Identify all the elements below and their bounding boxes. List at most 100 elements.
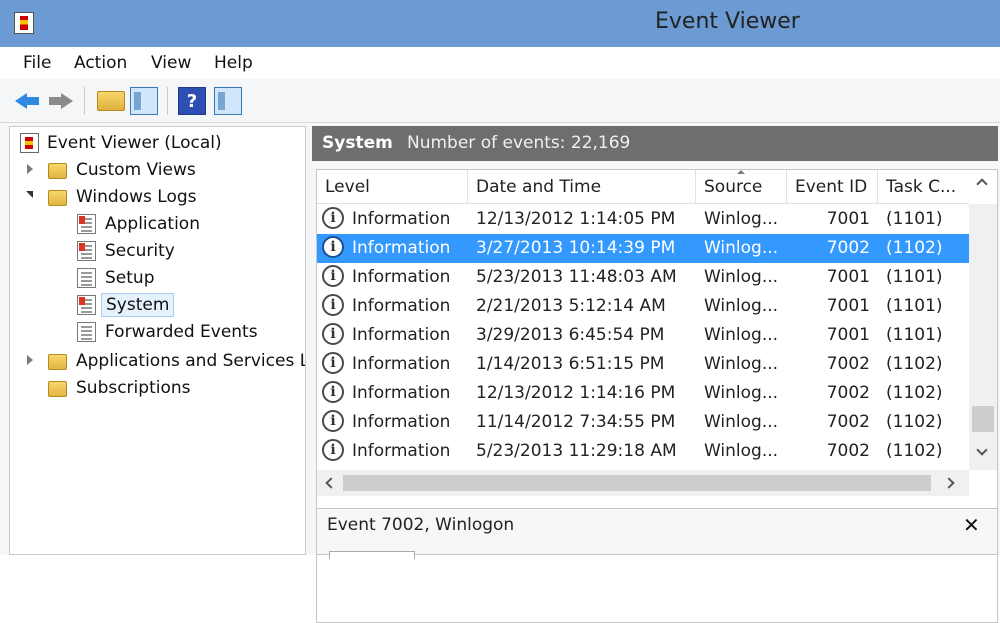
cell-event-id: 7001	[826, 296, 870, 316]
table-row[interactable]: i Information 11/14/2012 7:34:55 PM Winlog.…	[317, 408, 969, 437]
tree-item-custom-views[interactable]: Custom Views	[10, 157, 300, 183]
collapse-arrow-icon[interactable]	[26, 191, 33, 198]
expand-arrow-icon[interactable]	[27, 355, 33, 365]
menu-view[interactable]: View	[151, 53, 191, 73]
cell-event-id: 7002	[826, 354, 870, 374]
tree-item-forwarded-events[interactable]: Forwarded Events	[10, 319, 300, 345]
cell-source: Winlog...	[704, 412, 779, 432]
horizontal-scroll-thumb[interactable]	[343, 475, 931, 491]
table-row[interactable]: i Information 3/27/2013 10:14:39 PM Winlog.…	[317, 234, 969, 263]
cell-event-id: 7001	[826, 209, 870, 229]
folder-icon	[48, 190, 67, 206]
information-icon: i	[322, 439, 344, 461]
cell-date-and-time: 12/13/2012 1:14:05 PM	[476, 209, 676, 229]
tree-item-label: Custom Views	[76, 160, 196, 180]
tree-item-applications-and-services-logs[interactable]: Applications and Services Lo	[10, 348, 306, 374]
cell-level: Information	[352, 354, 451, 374]
toolbar: ?	[0, 79, 1000, 123]
event-detail-title: Event 7002, Winlogon	[327, 515, 515, 535]
tree-item-setup[interactable]: Setup	[10, 265, 300, 291]
tree-item-label: Windows Logs	[76, 187, 197, 207]
vertical-scrollbar[interactable]	[969, 178, 997, 470]
information-icon: i	[322, 265, 344, 287]
tree-item-label: Applications and Services Lo	[76, 351, 306, 371]
detail-tab-general[interactable]	[329, 551, 415, 559]
show-hide-console-tree-icon[interactable]	[130, 87, 158, 115]
scroll-down-arrow-icon[interactable]	[976, 444, 988, 456]
help-icon[interactable]: ?	[178, 87, 206, 115]
scroll-left-arrow-icon[interactable]	[325, 477, 337, 489]
tree-item-security[interactable]: Security	[10, 238, 300, 264]
table-row[interactable]: i Information 12/13/2012 1:14:05 PM Winlog.…	[317, 205, 969, 234]
scroll-right-arrow-icon[interactable]	[943, 477, 955, 489]
tree-item-label: Event Viewer (Local)	[47, 133, 222, 153]
table-row[interactable]: i Information 5/23/2013 11:48:03 AM Winlog.…	[317, 263, 969, 292]
cell-level: Information	[352, 441, 451, 461]
cell-task-category: (1101)	[886, 267, 943, 287]
tree-item-subscriptions[interactable]: Subscriptions	[10, 375, 300, 401]
cell-source: Winlog...	[704, 296, 779, 316]
cell-task-category: (1102)	[886, 238, 943, 258]
horizontal-scrollbar[interactable]	[317, 470, 969, 496]
menu-file[interactable]: File	[23, 53, 51, 73]
tree-item-event-viewer-local[interactable]: Event Viewer (Local)	[10, 130, 300, 156]
console-tree: Event Viewer (Local) Custom Views Window…	[9, 126, 306, 555]
cell-task-category: (1102)	[886, 441, 943, 461]
cell-level: Information	[352, 209, 451, 229]
forward-arrow-icon[interactable]	[47, 87, 75, 115]
information-icon: i	[322, 352, 344, 374]
information-icon: i	[322, 410, 344, 432]
column-header-task-category[interactable]: Task C...	[878, 170, 969, 204]
tree-item-label: Setup	[105, 268, 155, 288]
menu-help[interactable]: Help	[214, 53, 253, 73]
cell-source: Winlog...	[704, 325, 779, 345]
table-row[interactable]: i Information 2/21/2013 5:12:14 AM Winlog..…	[317, 292, 969, 321]
cell-task-category: (1101)	[886, 296, 943, 316]
table-row[interactable]: i Information 3/29/2013 6:45:54 PM Winlog..…	[317, 321, 969, 350]
table-row[interactable]: i Information 5/23/2013 11:29:18 AM Winlog.…	[317, 437, 969, 466]
cell-event-id: 7001	[826, 325, 870, 345]
grid-header: Level Date and Time Source Event ID Task…	[317, 170, 969, 204]
tree-item-windows-logs[interactable]: Windows Logs	[10, 184, 300, 210]
show-hide-action-pane-icon[interactable]	[214, 87, 242, 115]
cell-task-category: (1102)	[886, 412, 943, 432]
event-detail-panel: Event 7002, Winlogon ✕	[316, 508, 998, 559]
information-icon: i	[322, 381, 344, 403]
information-icon: i	[322, 207, 344, 229]
results-pane: System Number of events: 22,169 Level Da…	[312, 126, 1000, 623]
table-row[interactable]: i Information 12/13/2012 1:14:16 PM Winlog.…	[317, 379, 969, 408]
back-arrow-icon[interactable]	[13, 87, 41, 115]
log-icon	[77, 214, 96, 234]
cell-event-id: 7002	[826, 238, 870, 258]
tree-item-label: Subscriptions	[76, 378, 191, 398]
log-name: System	[322, 133, 393, 153]
menu-action[interactable]: Action	[74, 53, 127, 73]
table-row[interactable]: i Information 1/14/2013 6:51:15 PM Winlog..…	[317, 350, 969, 379]
information-icon: i	[322, 323, 344, 345]
sort-caret-icon	[737, 170, 745, 174]
cell-level: Information	[352, 325, 451, 345]
title-bar[interactable]: Event Viewer	[0, 0, 1000, 47]
column-header-level[interactable]: Level	[317, 170, 468, 204]
tree-item-system[interactable]: System	[10, 292, 300, 318]
cell-date-and-time: 5/23/2013 11:29:18 AM	[476, 441, 677, 461]
tree-item-label: Forwarded Events	[105, 322, 258, 342]
column-header-date-and-time[interactable]: Date and Time	[468, 170, 696, 204]
cell-level: Information	[352, 412, 451, 432]
close-icon[interactable]: ✕	[963, 513, 980, 537]
cell-event-id: 7002	[826, 412, 870, 432]
tree-item-label: Security	[105, 241, 175, 261]
column-header-source[interactable]: Source	[696, 170, 787, 204]
event-count: Number of events: 22,169	[407, 133, 631, 153]
cell-task-category: (1102)	[886, 354, 943, 374]
cell-task-category: (1101)	[886, 325, 943, 345]
cell-level: Information	[352, 383, 451, 403]
scroll-up-arrow-icon[interactable]	[976, 178, 988, 190]
log-icon	[77, 241, 96, 261]
vertical-scroll-thumb[interactable]	[972, 406, 994, 432]
tree-item-application[interactable]: Application	[10, 211, 300, 237]
open-folder-icon[interactable]	[97, 91, 125, 111]
expand-arrow-icon[interactable]	[27, 164, 33, 174]
information-icon: i	[322, 294, 344, 316]
column-header-event-id[interactable]: Event ID	[787, 170, 878, 204]
